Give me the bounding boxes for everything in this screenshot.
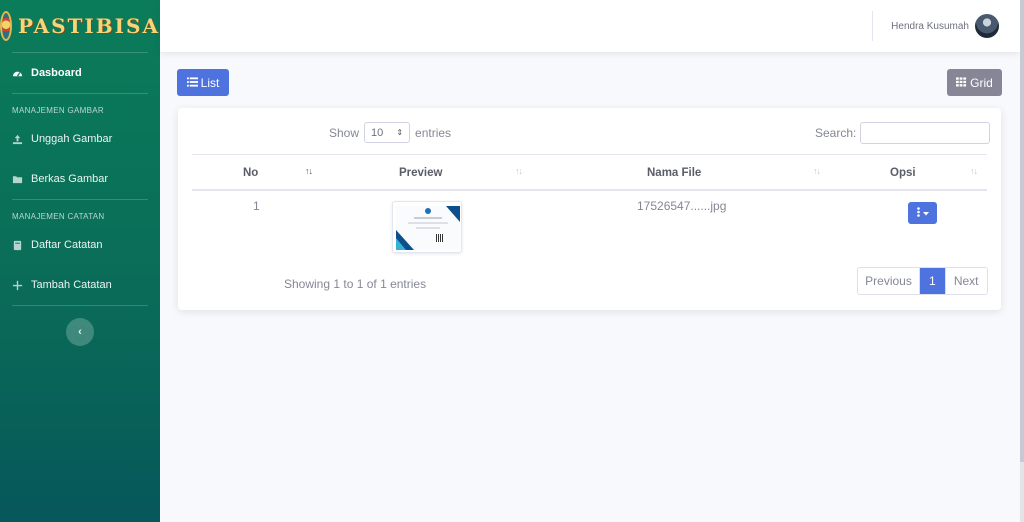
certificate-image (396, 206, 460, 250)
upload-icon (12, 134, 23, 145)
options-dropdown-button[interactable] (908, 202, 937, 224)
grid-view-label: Grid (970, 75, 993, 90)
column-header-filename[interactable]: Nama File (647, 155, 701, 190)
entries-label: entries (415, 125, 452, 140)
image-table: No ↑↓ Preview ↑↓ Nama File ↑↓ Opsi ↑↓ 1 (192, 154, 987, 255)
table-row: 1 17526547......jpg (192, 191, 987, 255)
sidebar-item-note-list[interactable]: Daftar Catatan (0, 225, 160, 265)
table-search: Search: (815, 122, 991, 144)
sort-icon: ↑↓ (515, 166, 523, 176)
sidebar-divider (12, 305, 148, 306)
entries-length: Show 10 ⇕ entries (329, 122, 451, 143)
pagination-previous[interactable]: Previous (858, 268, 920, 294)
table-header: No ↑↓ Preview ↑↓ Nama File ↑↓ Opsi ↑↓ (192, 154, 987, 191)
sidebar-item-upload[interactable]: Unggah Gambar (0, 119, 160, 159)
sort-icon: ↑↓ (305, 166, 313, 176)
sidebar-item-label: Daftar Catatan (31, 239, 103, 251)
search-label: Search: (815, 126, 857, 140)
plus-icon (12, 280, 23, 291)
sidebar-item-add-note[interactable]: Tambah Catatan (0, 265, 160, 305)
sidebar-item-label: Dasboard (31, 67, 82, 79)
sidebar-toggle-wrap: ‹ (0, 318, 160, 346)
entries-select[interactable]: 10 ⇕ (364, 122, 411, 143)
brand[interactable]: PASTIBISA (0, 0, 160, 52)
scrollbar-thumb[interactable] (1020, 0, 1024, 462)
brand-name: PASTIBISA (17, 14, 160, 38)
sort-icon: ↑↓ (813, 166, 821, 176)
sidebar-item-label: Unggah Gambar (31, 133, 113, 145)
dashboard-icon (12, 68, 23, 79)
sidebar-item-label: Berkas Gambar (31, 173, 109, 185)
cell-filename: 17526547......jpg (637, 199, 727, 213)
brand-logo-icon (0, 11, 12, 41)
topbar: Hendra Kusumah (160, 0, 1020, 52)
column-header-preview[interactable]: Preview (399, 155, 442, 190)
column-header-options[interactable]: Opsi (890, 155, 916, 190)
select-caret-icon: ⇕ (396, 128, 404, 137)
table-info: Showing 1 to 1 of 1 entries (284, 277, 427, 291)
sidebar-item-files[interactable]: Berkas Gambar (0, 159, 160, 199)
caret-down-icon (922, 207, 929, 219)
user-name[interactable]: Hendra Kusumah (891, 21, 969, 32)
sidebar-item-label: Tambah Catatan (31, 279, 112, 291)
sidebar-toggle-button[interactable]: ‹ (66, 318, 94, 346)
grid-icon (956, 76, 967, 90)
list-icon (186, 76, 198, 90)
ellipsis-vertical-icon (916, 206, 920, 220)
column-header-no[interactable]: No (243, 155, 258, 190)
sidebar-heading-notes: MANAJEMEN CATATAN (12, 212, 105, 221)
pagination-next[interactable]: Next (944, 268, 987, 294)
image-table-card: Show 10 ⇕ entries Search: No ↑↓ Preview … (178, 108, 1001, 310)
search-input[interactable] (860, 122, 991, 144)
image-preview-thumbnail[interactable] (392, 201, 462, 253)
sidebar-heading-images: MANAJEMEN GAMBAR (12, 106, 104, 115)
list-view-button[interactable]: List (177, 69, 229, 96)
sidebar: PASTIBISA Dasboard MANAJEMEN GAMBAR Ungg… (0, 0, 160, 522)
list-view-label: List (200, 75, 220, 90)
grid-view-button[interactable]: Grid (947, 69, 1002, 96)
pagination-page-1[interactable]: 1 (920, 268, 945, 294)
folder-icon (12, 174, 23, 185)
sort-icon: ↑↓ (970, 166, 978, 176)
cell-no: 1 (253, 199, 260, 213)
topbar-divider (872, 11, 874, 41)
entries-select-value: 10 (371, 126, 384, 139)
avatar[interactable] (975, 14, 999, 38)
show-label: Show (329, 125, 360, 140)
book-icon (12, 240, 23, 251)
sidebar-item-dashboard[interactable]: Dasboard (0, 53, 160, 93)
pagination: Previous 1 Next (857, 267, 988, 295)
